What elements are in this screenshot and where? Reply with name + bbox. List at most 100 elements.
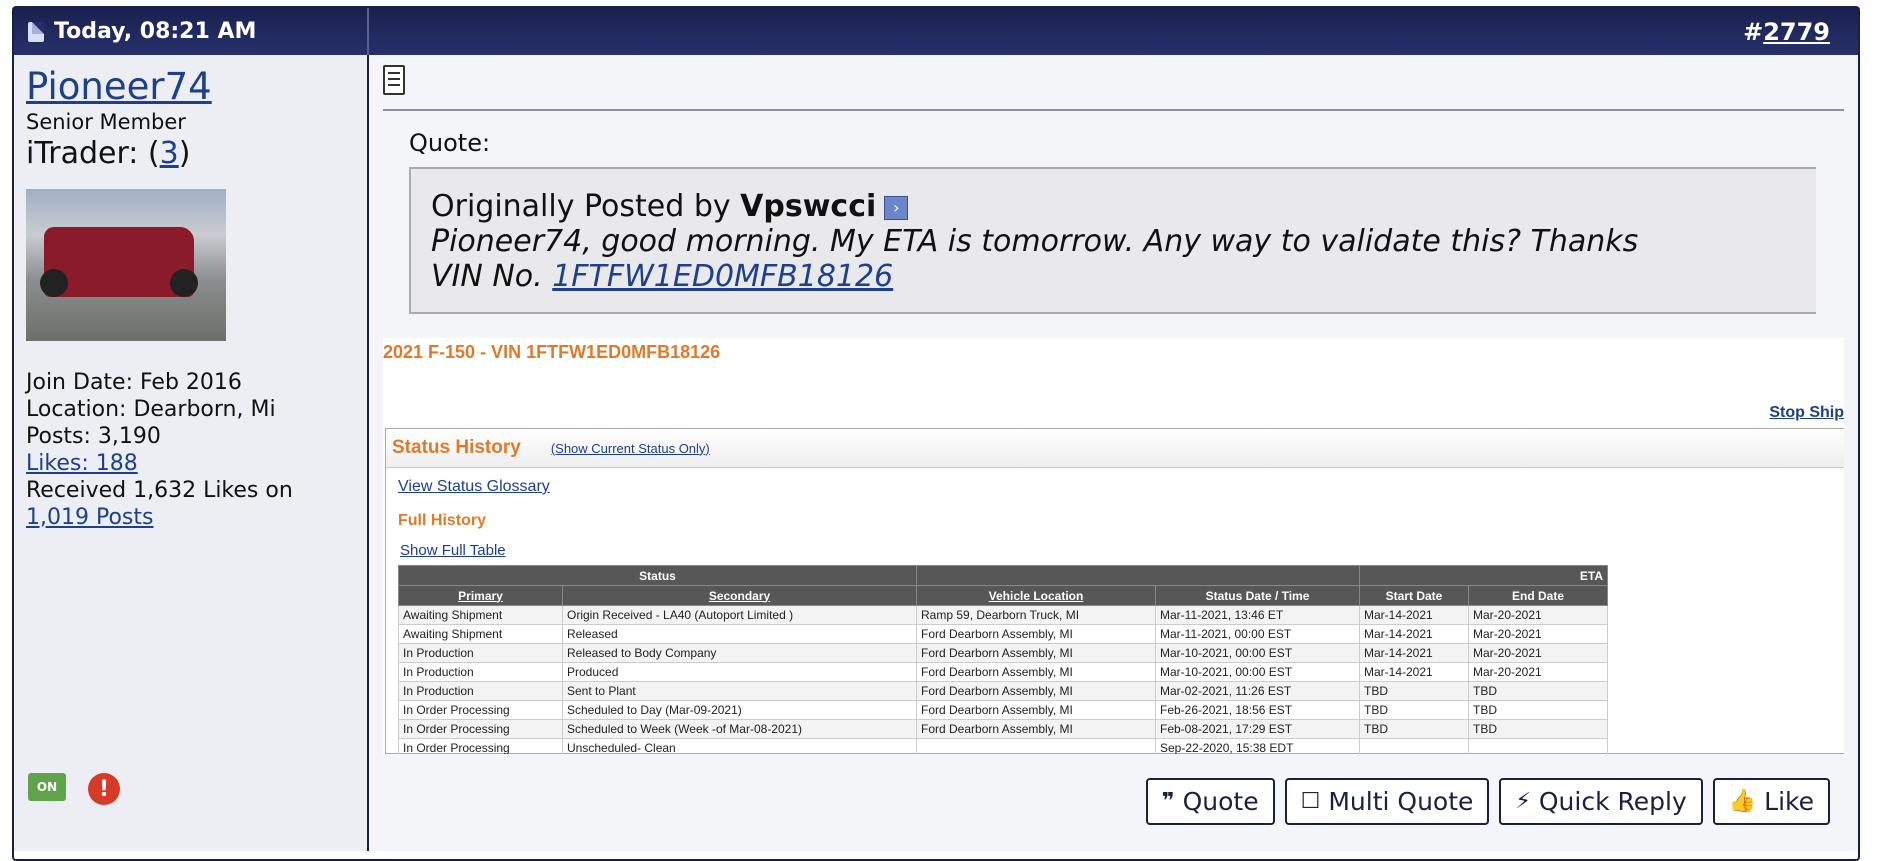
status-glossary-link[interactable]: View Status Glossary (398, 478, 1844, 496)
col-start-date: Start Date (1359, 585, 1469, 606)
table-cell: Mar-14-2021 (1359, 643, 1469, 663)
table-cell: Ford Dearborn Assembly, MI (916, 624, 1156, 644)
post-document-icon (28, 21, 44, 42)
status-table: Status ETA Primary Secondary Vehicle Loc… (398, 565, 1608, 754)
table-cell: Ford Dearborn Assembly, MI (916, 719, 1156, 739)
quote-box: Originally Posted by Vpswcci › Pioneer74,… (409, 167, 1816, 314)
table-cell: Released (562, 624, 917, 644)
show-current-link[interactable]: (Show Current Status Only) (551, 441, 710, 456)
message-icon (383, 65, 405, 95)
table-cell: Feb-08-2021, 17:29 EST (1155, 719, 1360, 739)
post-header: Today, 08:21 AM #2779 (14, 8, 1858, 55)
table-cell: Mar-10-2021, 00:00 EST (1155, 662, 1360, 682)
full-history-label: Full History (398, 512, 487, 529)
table-cell: Released to Body Company (562, 643, 917, 663)
table-cell: In Production (398, 662, 563, 682)
table-row: In Production Released to Body Company For… (398, 643, 1608, 663)
group-status-header: Status (398, 565, 917, 586)
table-row: In Order Processing Scheduled to Day (Mar… (398, 700, 1608, 720)
show-full-table-link[interactable]: Show Full Table (400, 542, 1844, 559)
received-likes: Received 1,632 Likes on (26, 478, 293, 503)
group-blank-header (916, 565, 1360, 586)
col-status-date: Status Date / Time (1155, 585, 1360, 606)
table-cell: Mar-20-2021 (1468, 662, 1608, 682)
table-cell: Mar-14-2021 (1359, 624, 1469, 644)
vin-link[interactable]: 1FTFW1ED0MFB18126 (552, 259, 893, 294)
table-cell: In Order Processing (398, 738, 563, 754)
table-cell (1468, 738, 1608, 754)
multi-quote-button[interactable]: ☐ Multi Quote (1284, 778, 1490, 825)
table-row: In Order Processing Unscheduled- Clean Sep… (398, 738, 1608, 754)
user-title: Senior Member (26, 110, 186, 134)
itrader-rating: iTrader: (3) (26, 136, 191, 171)
table-cell: Mar-11-2021, 00:00 EST (1155, 624, 1360, 644)
table-cell: Mar-02-2021, 11:26 EST (1155, 681, 1360, 701)
received-posts-link[interactable]: 1,019 Posts (26, 505, 153, 530)
table-cell: In Order Processing (398, 719, 563, 739)
username-link[interactable]: Pioneer74 (26, 65, 212, 108)
quick-reply-button[interactable]: ⚡ Quick Reply (1499, 778, 1703, 825)
table-cell: TBD (1468, 700, 1608, 720)
bolt-icon: ⚡ (1515, 789, 1531, 814)
table-cell (1359, 738, 1469, 754)
user-location: Location: Dearborn, Mi (26, 397, 276, 422)
likes-link[interactable]: Likes: 188 (26, 451, 138, 476)
table-cell: In Production (398, 681, 563, 701)
col-primary[interactable]: Primary (398, 585, 563, 606)
table-row: In Production Sent to Plant Ford Dearborn … (398, 681, 1608, 701)
forum-post: Today, 08:21 AM #2779 Pioneer74 Senior M… (12, 6, 1860, 861)
col-secondary[interactable]: Secondary (562, 585, 917, 606)
user-sidebar: Pioneer74 Senior Member iTrader: (3) Joi… (14, 55, 369, 851)
itrader-count-link[interactable]: 3 (160, 136, 179, 171)
post-number: #2779 (1743, 17, 1830, 46)
table-cell: Ford Dearborn Assembly, MI (916, 643, 1156, 663)
table-cell: In Order Processing (398, 700, 563, 720)
table-cell: Mar-20-2021 (1468, 605, 1608, 625)
table-cell: TBD (1468, 681, 1608, 701)
quote-label: Quote: (409, 129, 491, 157)
table-cell: Sep-22-2020, 15:38 EDT (1155, 738, 1360, 754)
col-vehicle-location[interactable]: Vehicle Location (916, 585, 1156, 606)
table-cell: Mar-20-2021 (1468, 624, 1608, 644)
table-row: In Production Produced Ford Dearborn Assem… (398, 662, 1608, 682)
post-timestamp: Today, 08:21 AM (54, 19, 257, 44)
table-cell: Ford Dearborn Assembly, MI (916, 681, 1156, 701)
table-cell: Mar-10-2021, 00:00 EST (1155, 643, 1360, 663)
table-row: Awaiting Shipment Origin Received - LA40 … (398, 605, 1608, 625)
post-number-link[interactable]: 2779 (1763, 18, 1830, 46)
table-cell: Unscheduled- Clean (562, 738, 917, 754)
post-date: Today, 08:21 AM (14, 8, 369, 55)
table-cell: Mar-14-2021 (1359, 605, 1469, 625)
table-cell: TBD (1359, 681, 1469, 701)
avatar[interactable] (26, 189, 226, 341)
table-cell: Scheduled to Day (Mar-09-2021) (562, 700, 917, 720)
table-cell: Ramp 59, Dearborn Truck, MI (916, 605, 1156, 625)
quote-button[interactable]: ❞ Quote (1145, 778, 1275, 825)
online-status-icon: ON (28, 773, 66, 801)
table-cell: Awaiting Shipment (398, 624, 563, 644)
table-cell: In Production (398, 643, 563, 663)
table-row: Awaiting Shipment Released Ford Dearborn A… (398, 624, 1608, 644)
divider (383, 109, 1844, 111)
table-cell: Mar-11-2021, 13:46 ET (1155, 605, 1360, 625)
view-post-arrow-icon[interactable]: › (884, 195, 909, 220)
thumbs-up-icon: 👍 (1728, 789, 1757, 814)
checkbox-icon: ☐ (1300, 789, 1321, 814)
like-button[interactable]: 👍 Like (1712, 778, 1830, 825)
truck-image (40, 227, 198, 297)
status-screenshot: 2021 F-150 - VIN 1FTFW1ED0MFB18126 Stop … (383, 338, 1844, 754)
report-icon[interactable]: ! (88, 773, 120, 805)
table-cell: Ford Dearborn Assembly, MI (916, 662, 1156, 682)
table-cell: Scheduled to Week (Week -of Mar-08-2021) (562, 719, 917, 739)
table-cell: Mar-20-2021 (1468, 643, 1608, 663)
user-info: Join Date: Feb 2016 Location: Dearborn, … (26, 369, 355, 531)
stop-ship-link[interactable]: Stop Ship (1769, 404, 1844, 422)
quote-author: Vpswcci (740, 189, 877, 224)
join-date: Join Date: Feb 2016 (26, 370, 242, 395)
table-cell: TBD (1359, 700, 1469, 720)
post-content: Quote: Originally Posted by Vpswcci › Pio… (369, 55, 1858, 851)
post-actions: ❞ Quote ☐ Multi Quote ⚡ Quick Reply 👍 Like (1145, 778, 1830, 825)
table-cell (916, 738, 1156, 754)
vehicle-title: 2021 F-150 - VIN 1FTFW1ED0MFB18126 (383, 342, 721, 362)
status-history-panel: Status History (Show Current Status Only… (385, 428, 1844, 754)
